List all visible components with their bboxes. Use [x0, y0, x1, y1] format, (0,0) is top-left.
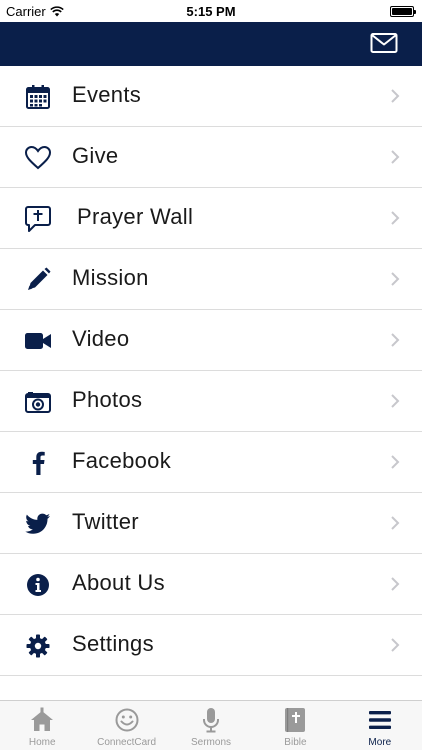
chevron-right-icon: [391, 333, 400, 347]
chevron-right-icon: [391, 272, 400, 286]
tab-label: Home: [28, 737, 56, 748]
tab-connectcard[interactable]: ConnectCard: [84, 701, 168, 750]
menu-item-events[interactable]: Events: [0, 66, 422, 127]
chevron-right-icon: [391, 638, 400, 652]
menu-item-photos[interactable]: Photos: [0, 371, 422, 432]
tab-bible[interactable]: Bible: [253, 701, 337, 750]
info-icon: [24, 571, 52, 599]
bible-icon: [285, 708, 306, 732]
smiley-icon: [115, 708, 139, 732]
menu-item-label: Mission: [72, 265, 149, 290]
chevron-right-icon: [391, 89, 400, 103]
mail-button[interactable]: [370, 31, 398, 55]
menu-item-label: Settings: [72, 631, 154, 656]
chevron-right-icon: [391, 211, 400, 225]
menu-item-label: Video: [72, 326, 130, 351]
pencil-icon: [24, 266, 52, 294]
menu-item-label: Prayer Wall: [77, 204, 194, 229]
menu-item-about-us[interactable]: About Us: [0, 554, 422, 615]
menu-icon: [368, 711, 391, 729]
menu-item-label: About Us: [72, 570, 165, 595]
chevron-right-icon: [391, 516, 400, 530]
menu-item-label: Give: [72, 143, 119, 168]
menu-item-label: Photos: [72, 387, 143, 412]
menu-item-give[interactable]: Give: [0, 127, 422, 188]
microphone-icon: [203, 708, 220, 733]
menu-item-video[interactable]: Video: [0, 310, 422, 371]
tab-label: Bible: [284, 737, 307, 748]
prayer-bubble-icon: [24, 205, 52, 233]
menu-item-label: Twitter: [72, 509, 139, 534]
chevron-right-icon: [391, 394, 400, 408]
facebook-icon: [24, 449, 52, 477]
tab-home[interactable]: Home: [0, 701, 84, 750]
menu-item-facebook[interactable]: Facebook: [0, 432, 422, 493]
tab-bar: Home ConnectCard Sermons Bible More: [0, 700, 422, 750]
calendar-icon: [24, 83, 52, 111]
envelope-icon: [370, 33, 398, 53]
tab-label: Sermons: [191, 737, 232, 748]
home-icon: [31, 707, 54, 731]
tab-more[interactable]: More: [338, 701, 422, 750]
heart-icon: [24, 144, 52, 172]
video-camera-icon: [24, 327, 52, 355]
menu-item-settings[interactable]: Settings: [0, 615, 422, 676]
status-bar: Carrier 5:15 PM: [0, 0, 422, 22]
status-time: 5:15 PM: [186, 4, 236, 19]
chevron-right-icon: [391, 455, 400, 469]
chevron-right-icon: [391, 577, 400, 591]
tab-label: More: [368, 737, 392, 748]
gear-icon: [24, 632, 52, 660]
menu-item-prayer-wall[interactable]: Prayer Wall: [0, 188, 422, 249]
menu-item-mission[interactable]: Mission: [0, 249, 422, 310]
camera-icon: [24, 388, 52, 416]
menu-item-twitter[interactable]: Twitter: [0, 493, 422, 554]
chevron-right-icon: [391, 150, 400, 164]
tab-label: ConnectCard: [97, 737, 157, 748]
twitter-icon: [24, 510, 52, 538]
menu-item-label: Facebook: [72, 448, 172, 473]
menu-list: Events Give Prayer Wall Mission Video Ph…: [0, 66, 422, 676]
menu-item-label: Events: [72, 82, 142, 107]
tab-sermons[interactable]: Sermons: [169, 701, 253, 750]
nav-bar: [0, 22, 422, 66]
battery-icon: [390, 6, 416, 17]
